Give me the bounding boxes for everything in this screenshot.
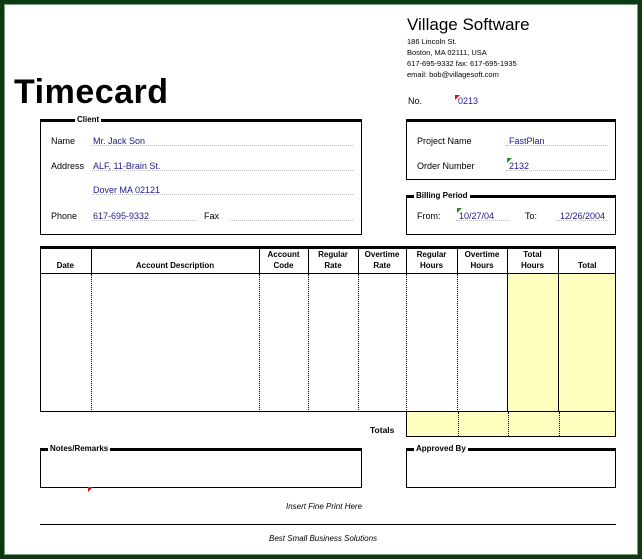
column-header-total: Total [557, 246, 616, 274]
client-address-label: Address [51, 161, 85, 171]
column-header-total-hours: Total Hours [506, 246, 558, 274]
project-section [406, 119, 616, 180]
column-header-date: Date [40, 246, 91, 274]
company-phone-fax: 617-695-9332 fax: 617-695-1935 [407, 59, 517, 68]
column-header-regular-rate: Regular Rate [307, 246, 358, 274]
regular-hours-cell[interactable] [405, 273, 457, 412]
total-cell[interactable] [557, 273, 616, 412]
order-number-underline [506, 170, 608, 171]
fine-print: Insert Fine Print Here [286, 502, 363, 511]
approved-section-title: Approved By [414, 444, 468, 453]
column-header-account-description: Account Description [90, 246, 259, 274]
table-row [40, 273, 616, 412]
number-label: No. [408, 96, 423, 106]
table-header-row: Date Account Description Account Code Reg… [40, 246, 616, 274]
column-header-regular-hours: Regular Hours [405, 246, 457, 274]
totals-total-cell[interactable] [559, 412, 616, 436]
timecard-table: Date Account Description Account Code Reg… [40, 246, 616, 412]
company-name: Village Software [407, 15, 530, 34]
client-phone-underline [92, 220, 197, 221]
number-value[interactable]: 0213 [458, 96, 478, 106]
billing-from-label: From: [417, 211, 441, 221]
billing-to-label: To: [525, 211, 538, 221]
client-phone-label: Phone [51, 211, 78, 221]
column-header-account-code: Account Code [258, 246, 308, 274]
column-header-overtime-rate: Overtime Rate [357, 246, 406, 274]
company-address-line1: 186 Lincoln St. [407, 37, 457, 46]
footer-divider [40, 524, 616, 525]
total-hours-cell[interactable] [506, 273, 558, 412]
notes-section-title: Notes/Remarks [48, 444, 111, 453]
project-name-label: Project Name [417, 136, 472, 146]
company-email: email: bob@villagesoft.com [407, 70, 499, 79]
project-name-underline [506, 145, 608, 146]
client-section: Client [40, 115, 362, 235]
notes-section[interactable]: Notes/Remarks [40, 444, 362, 488]
project-section-bar [406, 119, 616, 122]
totals-regular-hours-cell[interactable] [407, 412, 458, 436]
client-name-underline [92, 145, 353, 146]
footer-tagline: Best Small Business Solutions [269, 534, 378, 543]
company-address-line2: Boston, MA 02111, USA [407, 48, 487, 57]
billing-from-underline [456, 220, 508, 221]
comment-marker-icon[interactable] [88, 487, 93, 492]
client-address-line2-underline [92, 194, 353, 195]
account-code-cell[interactable] [258, 273, 308, 412]
totals-row [406, 411, 616, 437]
client-address-line1-underline [92, 170, 353, 171]
client-fax-underline [230, 220, 353, 221]
account-description-cell[interactable] [90, 273, 259, 412]
client-section-title: Client [75, 115, 102, 124]
order-number-label: Order Number [417, 161, 475, 171]
totals-overtime-hours-cell[interactable] [458, 412, 508, 436]
totals-label: Totals [370, 425, 395, 435]
approved-section[interactable]: Approved By [406, 444, 616, 488]
overtime-hours-cell[interactable] [456, 273, 507, 412]
client-name-label: Name [51, 136, 76, 146]
overtime-rate-cell[interactable] [357, 273, 406, 412]
page-title: Timecard [14, 73, 169, 111]
billing-section-title: Billing Period [414, 191, 470, 200]
column-header-overtime-hours: Overtime Hours [456, 246, 507, 274]
billing-to-underline [556, 220, 608, 221]
regular-rate-cell[interactable] [307, 273, 358, 412]
client-fax-label: Fax [204, 211, 220, 221]
date-cell[interactable] [40, 273, 91, 412]
totals-total-hours-cell[interactable] [508, 412, 559, 436]
